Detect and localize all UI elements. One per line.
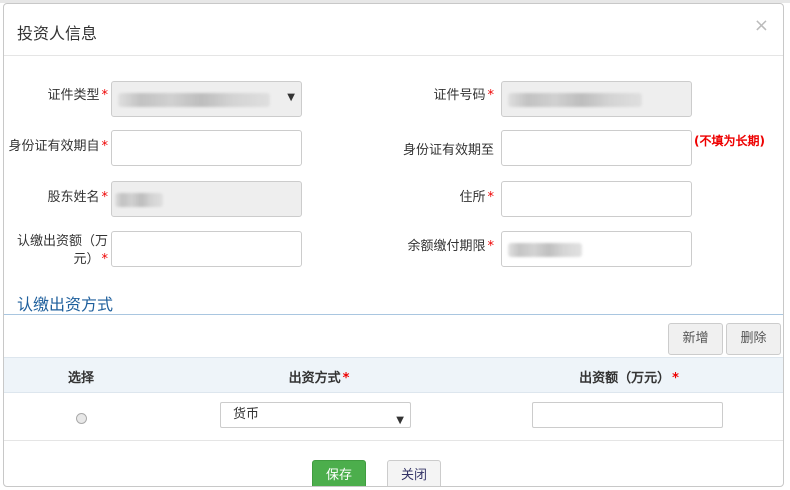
- id-valid-from-field[interactable]: [111, 130, 302, 166]
- subscribed-amount-label: 认缴出资额（万 元） *: [16, 234, 108, 267]
- subscribed-amount-field[interactable]: [111, 231, 302, 267]
- caret-down-icon: ▼: [396, 415, 404, 426]
- cert-number-field[interactable]: [501, 81, 692, 117]
- redacted-value: [118, 93, 270, 107]
- contribution-amount-field[interactable]: [532, 402, 723, 428]
- caret-down-icon: ▼: [287, 92, 295, 103]
- long-term-hint: (不填为长期): [694, 134, 765, 148]
- cert-number-label: 证件号码 *: [433, 88, 494, 103]
- id-valid-to-field[interactable]: [501, 130, 692, 166]
- header-amount: 出资额（万元） *: [579, 371, 679, 386]
- header-select: 选择: [67, 371, 94, 386]
- redacted-value: [115, 193, 163, 207]
- cert-type-label: 证件类型 *: [47, 88, 108, 103]
- contribution-method-section-title: 认缴出资方式: [17, 295, 114, 314]
- id-valid-from-label: 身份证有效期自 *: [8, 139, 108, 154]
- address-label: 住所 *: [459, 190, 494, 205]
- dialog-title: 投资人信息: [17, 24, 98, 43]
- shareholder-name-label: 股东姓名 *: [47, 190, 108, 205]
- redacted-value: [508, 243, 582, 257]
- table-row: 货币 ▼: [4, 392, 783, 441]
- dialog-header: 投资人信息 ×: [4, 4, 783, 56]
- id-valid-to-label: 身份证有效期至: [402, 143, 494, 158]
- balance-deadline-label: 余额缴付期限 *: [407, 239, 494, 254]
- save-button[interactable]: 保存: [312, 460, 366, 486]
- row-select-radio[interactable]: [76, 413, 87, 424]
- delete-button[interactable]: 删除: [726, 323, 781, 355]
- cert-type-select[interactable]: ▼: [111, 81, 302, 117]
- close-button[interactable]: 关闭: [387, 460, 441, 486]
- address-field[interactable]: [501, 181, 692, 217]
- section-divider: [4, 314, 783, 315]
- table-header: 选择 出资方式 * 出资额（万元） *: [4, 357, 783, 393]
- add-button[interactable]: 新增: [668, 323, 723, 355]
- redacted-value: [508, 93, 642, 107]
- investor-info-dialog: 投资人信息 × 证件类型 * ▼ 证件号码 * 身份证有效期自 * 身份证有效期至 (…: [3, 3, 784, 487]
- header-method: 出资方式 *: [288, 371, 350, 386]
- contribution-method-select[interactable]: 货币 ▼: [220, 402, 411, 428]
- balance-deadline-field[interactable]: [501, 231, 692, 267]
- close-icon[interactable]: ×: [754, 15, 769, 36]
- shareholder-name-field[interactable]: [111, 181, 302, 217]
